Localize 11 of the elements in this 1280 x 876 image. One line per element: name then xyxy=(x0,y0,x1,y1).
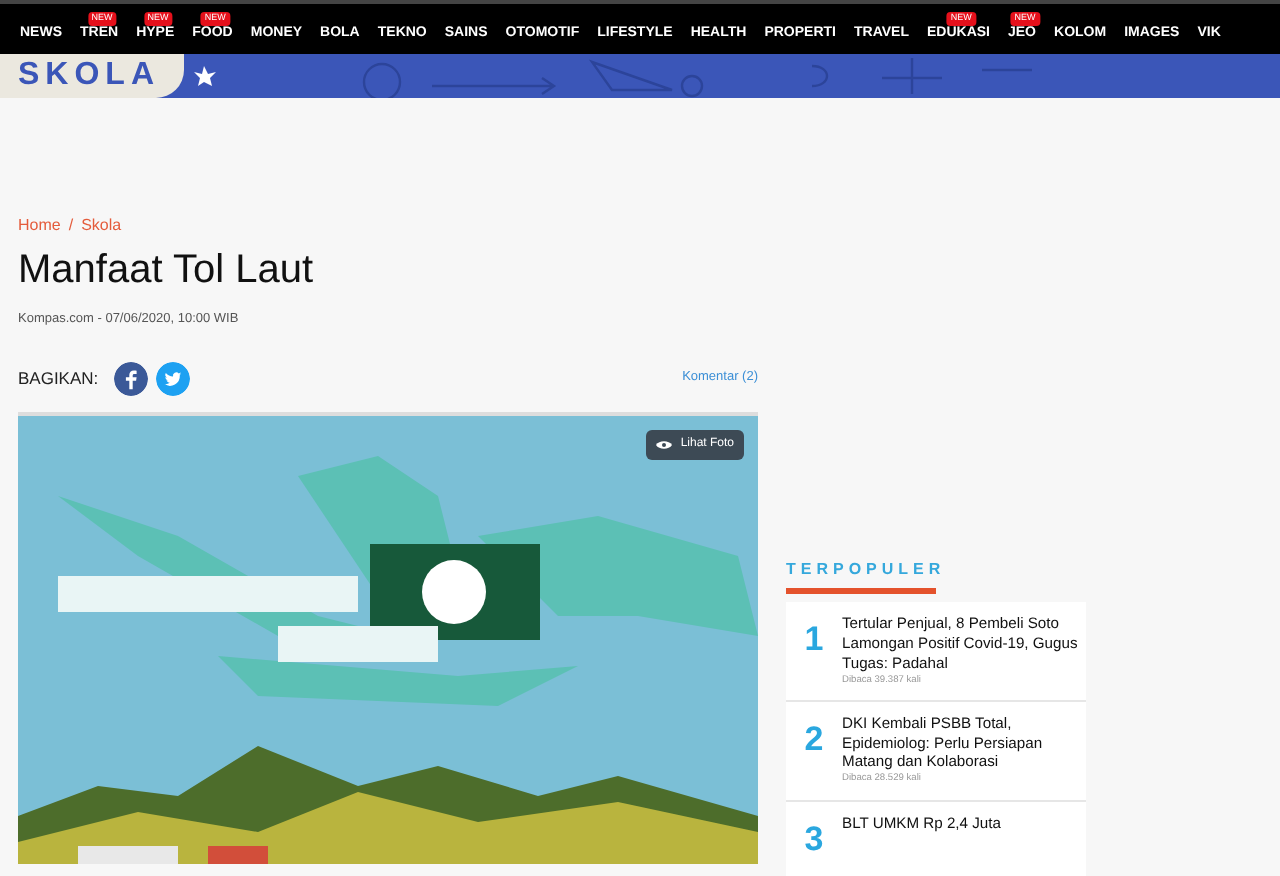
twitter-icon[interactable] xyxy=(156,361,191,396)
section-heading: TERPOPULER xyxy=(786,558,948,582)
section-logo[interactable]: SKOLA xyxy=(0,54,184,98)
article-title: Manfaat Tol Laut xyxy=(18,246,316,294)
breadcrumb-separator: / xyxy=(68,214,74,238)
rank-number: 1 xyxy=(802,618,826,662)
rank-number: 2 xyxy=(802,717,826,762)
eye-icon xyxy=(656,439,673,450)
share-label: BAGIKAN: xyxy=(18,365,99,392)
facebook-icon[interactable] xyxy=(114,361,149,396)
rank-number: 3 xyxy=(802,817,826,862)
